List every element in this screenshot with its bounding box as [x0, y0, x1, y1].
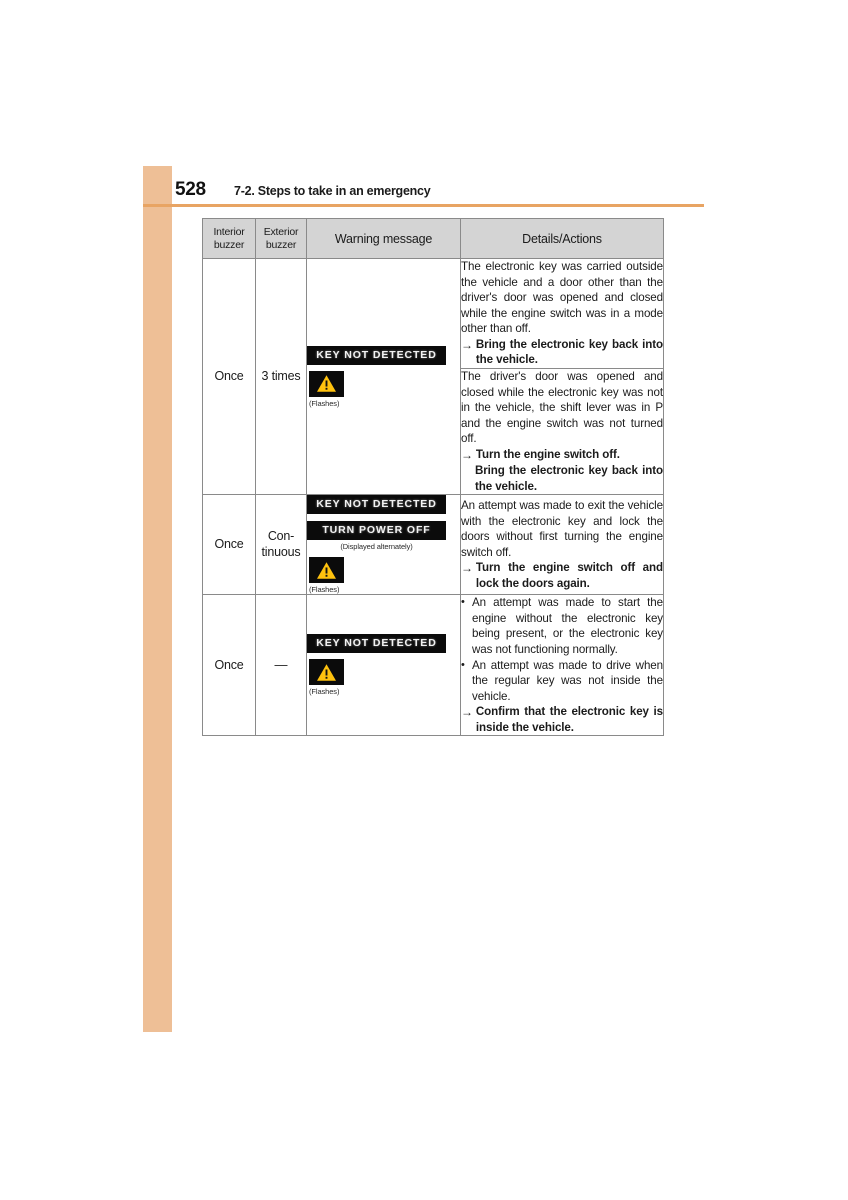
details-bullet-item: • An attempt was made to drive when the … [461, 658, 663, 705]
header-divider-rule [143, 204, 704, 207]
column-header-warning-message: Warning message [306, 218, 461, 259]
flashes-note-row1: (Flashes) [309, 398, 340, 408]
details-paragraph: The electronic key was carried outside t… [461, 260, 663, 336]
arrow-icon: → [461, 705, 473, 720]
warning-messages-table: Interior buzzer Exterior buzzer Warning … [202, 218, 664, 737]
details-action-text: Confirm that the electronic key is insid… [475, 705, 663, 734]
header-details-actions-label: Details/Actions [522, 231, 602, 246]
header-interior-line1: Interior [213, 225, 245, 238]
exterior-buzzer-line2: tinuous [261, 544, 301, 559]
arrow-icon: → [461, 337, 473, 352]
warning-triangle-icon [317, 375, 336, 392]
bullet-icon: • [461, 596, 465, 609]
cell-details-row3: • An attempt was made to start the engin… [460, 594, 664, 737]
cell-details-row2: An attempt was made to exit the vehicle … [460, 494, 664, 596]
exterior-buzzer-dash: — [274, 657, 288, 673]
bullet-icon: • [461, 658, 465, 671]
cell-warning-message-row1: KEY NOT DETECTED (Flashes) [306, 257, 461, 496]
flashes-note-row2: (Flashes) [309, 585, 340, 595]
details-action: → Confirm that the electronic key is ins… [461, 704, 663, 735]
cell-warning-message-row3: KEY NOT DETECTED (Flashes) [306, 594, 461, 737]
details-action-continued: Bring the electronic key back into the v… [475, 464, 663, 493]
displayed-alternately-note: (Displayed alternately) [340, 542, 413, 552]
header-exterior-line2: buzzer [265, 238, 297, 251]
column-header-interior-buzzer: Interior buzzer [202, 218, 256, 259]
warning-triangle-icon-box [309, 370, 344, 397]
lcd-message-key-not-detected: KEY NOT DETECTED [307, 495, 446, 515]
chapter-title: 7-2. Steps to take in an emergency [234, 184, 431, 198]
cell-exterior-buzzer-row3: — [255, 594, 307, 737]
details-bullet-item: • An attempt was made to start the engin… [461, 595, 663, 657]
details-action: → Bring the electronic key back into the… [461, 337, 663, 368]
warning-triangle-icon [317, 562, 336, 579]
exterior-buzzer-line1: Con- [267, 529, 295, 544]
cell-exterior-buzzer-row2: Con- tinuous [255, 494, 307, 596]
page-number: 528 [175, 179, 206, 200]
details-action-text: Bring the electronic key back into the v… [475, 337, 663, 367]
table-row: Once — KEY NOT DETECTED (Flashes) • An a… [202, 594, 664, 737]
cell-interior-buzzer-row2: Once [202, 494, 256, 596]
arrow-icon: → [461, 561, 473, 576]
cell-details-row1-part1: The electronic key was carried outside t… [460, 257, 664, 370]
table-header-row: Interior buzzer Exterior buzzer Warning … [202, 218, 664, 259]
arrow-icon: → [461, 447, 473, 462]
details-action-text: Turn the engine switch off. [475, 447, 620, 461]
lcd-message-turn-power-off: TURN POWER OFF [307, 521, 446, 541]
cell-warning-message-row2: KEY NOT DETECTED TURN POWER OFF (Display… [306, 494, 461, 596]
manual-page: 528 7-2. Steps to take in an emergency I… [0, 0, 848, 1200]
column-header-exterior-buzzer: Exterior buzzer [255, 218, 307, 259]
table-row: Once Con- tinuous KEY NOT DETECTED TURN … [202, 494, 664, 596]
cell-interior-buzzer-row3: Once [202, 594, 256, 737]
cell-interior-buzzer-row1: Once [202, 257, 256, 496]
header-interior-line2: buzzer [213, 238, 245, 251]
warning-triangle-icon-box [309, 659, 344, 686]
warning-triangle-icon [317, 664, 336, 681]
header-exterior-line1: Exterior [263, 225, 299, 238]
details-paragraph: An attempt was made to exit the vehicle … [461, 499, 663, 559]
details-bullet-text: An attempt was made to start the engine … [472, 596, 663, 656]
lcd-message-key-not-detected: KEY NOT DETECTED [307, 634, 446, 654]
column-header-details-actions: Details/Actions [460, 218, 664, 259]
details-paragraph: The driver's door was opened and closed … [461, 370, 663, 446]
details-action: → Turn the engine switch off. [461, 447, 663, 463]
details-action: → Turn the engine switch off and lock th… [461, 560, 663, 591]
page-accent-sidebar [143, 166, 172, 1032]
cell-exterior-buzzer-row1: 3 times [255, 257, 307, 496]
header-warning-message-label: Warning message [334, 231, 433, 246]
flashes-note-row3: (Flashes) [309, 687, 340, 697]
lcd-message-key-not-detected: KEY NOT DETECTED [307, 345, 446, 365]
details-action-text: Turn the engine switch off and lock the … [475, 561, 663, 590]
details-bullet-text: An attempt was made to drive when the re… [472, 658, 663, 703]
table-row: Once 3 times KEY NOT DETECTED (Flashes) [202, 257, 664, 496]
warning-triangle-icon-box [309, 557, 344, 584]
cell-details-row1-part2: The driver's door was opened and closed … [460, 368, 664, 496]
